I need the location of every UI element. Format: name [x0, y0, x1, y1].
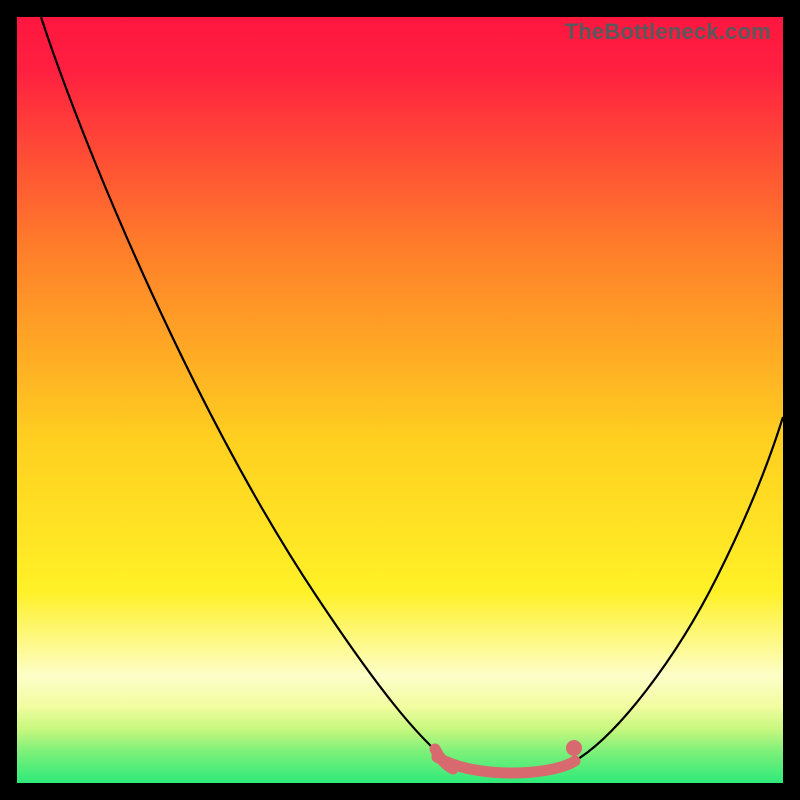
curve-left	[41, 17, 449, 762]
bottleneck-curve	[17, 17, 783, 783]
chart-frame: TheBottleneck.com	[17, 17, 783, 783]
marker-dot	[566, 740, 582, 756]
curve-right	[573, 417, 783, 762]
